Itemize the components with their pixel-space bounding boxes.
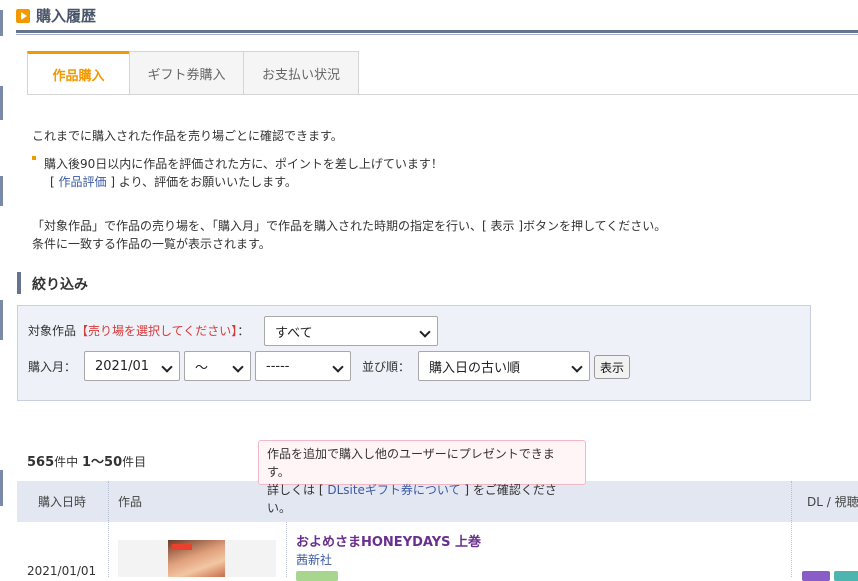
- tab-underline: [27, 94, 858, 95]
- column-divider: [791, 481, 792, 577]
- page-heading: 購入履歴: [16, 5, 96, 26]
- tooltip-line-1: 作品を追加で購入し他のユーザーにプレゼントできます。: [267, 447, 555, 479]
- col-work: 作品: [118, 495, 143, 509]
- work-title-link[interactable]: およめさまHONEYDAYS 上巻: [296, 531, 481, 550]
- play-icon: [16, 8, 30, 23]
- instruction-text-2: 条件に一致する作品の一覧が表示されます。: [32, 237, 271, 251]
- target-select[interactable]: すべて: [264, 316, 438, 346]
- target-label-row: 対象作品【売り場を選択してください】：: [28, 322, 249, 339]
- filter-heading: 絞り込み: [32, 277, 88, 293]
- intro-text: これまでに購入された作品を売り場ごとに確認できます。: [32, 129, 343, 143]
- bullet-icon: [32, 156, 36, 160]
- purchase-date: 2021/01/01: [27, 564, 97, 578]
- chevron-down-icon: [161, 361, 173, 373]
- sort-label: 並び順：: [362, 360, 411, 374]
- show-button[interactable]: 表示: [594, 355, 630, 379]
- rating-link[interactable]: 作品評価: [59, 175, 107, 189]
- total-count: 565: [27, 455, 55, 470]
- bracket-open: [: [50, 175, 55, 189]
- chevron-down-icon: [332, 361, 344, 373]
- range-unit: 件目: [122, 455, 147, 469]
- tab-gift[interactable]: ギフト券購入: [129, 51, 244, 94]
- sort-select[interactable]: 購入日の古い順: [418, 351, 590, 381]
- tab-works[interactable]: 作品購入: [27, 51, 130, 94]
- rating-line: [ 作品評価 ] より、評価をお願いいたします。: [50, 173, 297, 190]
- view-button[interactable]: [834, 571, 858, 581]
- target-label: 対象作品: [28, 324, 77, 338]
- column-divider: [286, 522, 287, 577]
- page-title: 購入履歴: [36, 7, 97, 25]
- column-divider: [108, 481, 109, 577]
- required-note: 【売り場を選択してください】: [76, 324, 238, 338]
- chevron-down-icon: [419, 326, 431, 338]
- chevron-down-icon: [571, 361, 583, 373]
- target-select-value: すべて: [275, 325, 313, 341]
- sort-value: 購入日の古い順: [429, 360, 521, 376]
- tooltip-line-2: 詳しくは [ DLsiteギフト券について ] をご確認ください。: [267, 481, 577, 517]
- download-button[interactable]: [802, 571, 830, 581]
- month-sep-value: ～: [195, 360, 209, 376]
- heading-rule-thin: [16, 34, 858, 35]
- section-bar: [17, 272, 21, 294]
- rating-text: ] より、評価をお願いいたします。: [110, 175, 297, 189]
- month-from-select[interactable]: 2021/01: [84, 351, 180, 381]
- range: 1～50: [81, 455, 123, 470]
- colon: ：: [237, 324, 250, 338]
- gift-tooltip: 作品を追加で購入し他のユーザーにプレゼントできます。 詳しくは [ DLsite…: [258, 440, 586, 515]
- result-count: 565件中 1～50件目: [27, 451, 146, 470]
- col-dl: DL / 視聴: [807, 495, 858, 509]
- genre-tag: [296, 571, 338, 581]
- tooltip-pre: 詳しくは [: [267, 483, 324, 497]
- month-to-select[interactable]: -----: [255, 351, 351, 381]
- heading-rule: [16, 30, 858, 33]
- tab-payment[interactable]: お支払い状況: [243, 51, 359, 94]
- left-rail: [0, 0, 4, 577]
- month-sep-select[interactable]: ～: [184, 351, 251, 381]
- rating-notice: 購入後90日以内に作品を評価された方に、ポイントを差し上げています！: [44, 157, 443, 171]
- gift-info-link[interactable]: DLsiteギフト券について: [327, 483, 460, 497]
- chevron-down-icon: [232, 361, 244, 373]
- total-unit: 件中: [54, 455, 79, 469]
- month-from-value: 2021/01: [95, 358, 150, 374]
- tab-bar: 作品購入 ギフト券購入 お支払い状況: [27, 51, 359, 94]
- maker-link[interactable]: 茜新社: [296, 551, 332, 568]
- col-date: 購入日時: [38, 495, 87, 509]
- work-thumbnail[interactable]: [168, 540, 225, 577]
- month-label: 購入月：: [28, 360, 77, 374]
- instruction-text: 「対象作品」で作品の売り場を、「購入月」で作品を購入された時期の指定を行い、[ …: [32, 219, 667, 233]
- month-to-value: -----: [266, 358, 290, 374]
